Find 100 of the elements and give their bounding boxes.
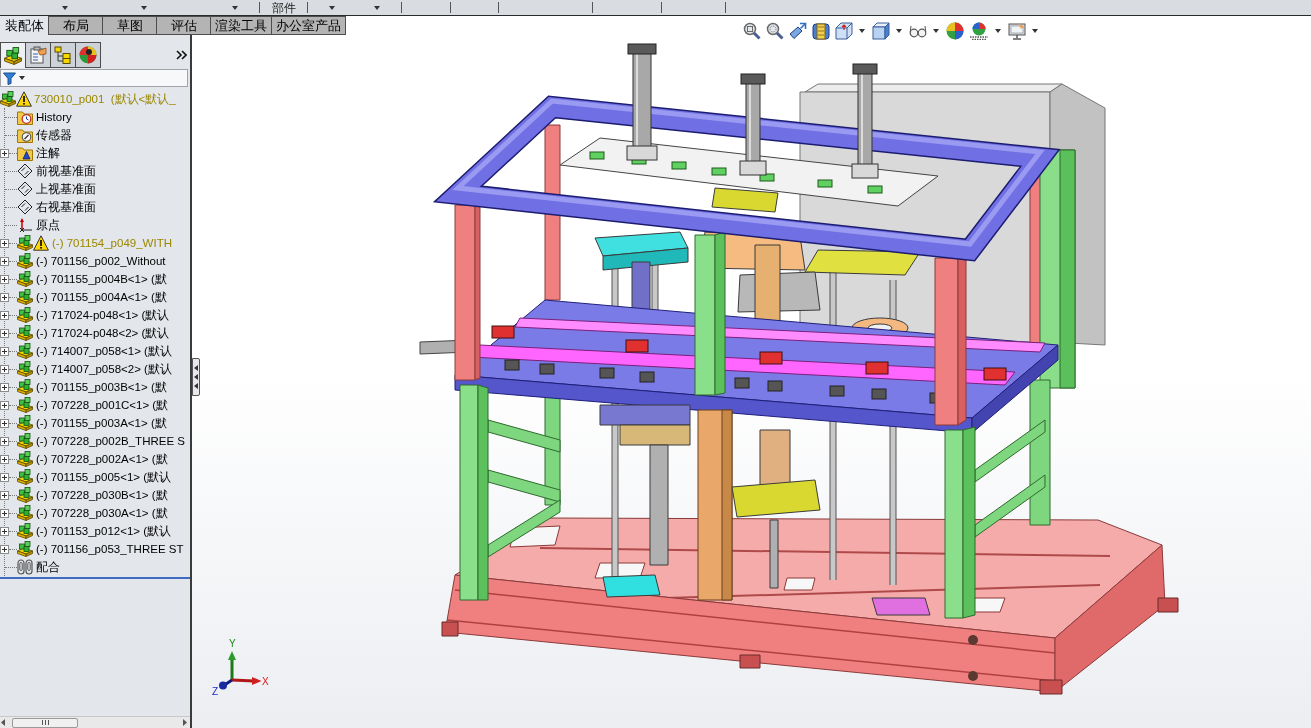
caret-icon[interactable] — [933, 29, 939, 33]
blocks-icon — [17, 253, 33, 269]
axis-label: Z — [212, 686, 219, 697]
tree-item[interactable]: (-) 707228_p001C<1> (默 — [36, 396, 169, 414]
magnifier-dotted-icon[interactable] — [766, 22, 784, 40]
plus-box-icon[interactable] — [0, 346, 9, 356]
right-arrow-icon[interactable] — [183, 719, 187, 726]
command-tab[interactable]: 草图 — [102, 16, 157, 35]
plus-box-icon[interactable] — [0, 364, 9, 374]
caret-icon[interactable] — [1032, 29, 1038, 33]
tree-item[interactable]: (-) 714007_p058<1> (默认 — [36, 342, 172, 360]
tree-item[interactable]: (-) 701155_p005<1> (默认 — [36, 468, 172, 486]
diamond-icon — [17, 163, 33, 179]
command-tab[interactable]: 办公室产品 — [271, 16, 346, 35]
monitor-icon[interactable] — [1008, 22, 1026, 40]
blocks-icon — [17, 433, 33, 449]
tree-item[interactable]: (-) 707228_p002A<1> (默 — [36, 450, 168, 468]
diamond-icon — [17, 181, 33, 197]
caret-icon[interactable] — [374, 5, 380, 10]
horizontal-scrollbar[interactable] — [0, 716, 190, 728]
tree-item[interactable]: History — [36, 108, 72, 126]
panel-tab[interactable] — [0, 42, 26, 68]
tree-item[interactable]: (-) 717024-p048<2> (默认 — [36, 324, 170, 342]
command-tab[interactable]: 渲染工具 — [210, 16, 272, 35]
filter-field[interactable] — [0, 69, 188, 87]
blocks-icon — [17, 451, 33, 467]
shaded-cube-icon[interactable] — [872, 22, 890, 40]
cut-cylinder-icon[interactable] — [812, 22, 830, 40]
caret-icon[interactable] — [62, 5, 68, 10]
caret-icon[interactable] — [141, 5, 147, 10]
plus-box-icon[interactable] — [0, 274, 9, 284]
plus-box-icon[interactable] — [0, 436, 9, 446]
warning-icon — [16, 91, 32, 107]
tree-item[interactable]: (-) 701153_p012<1> (默认 — [36, 522, 172, 540]
plus-box-icon[interactable] — [0, 472, 9, 482]
tree-item[interactable]: (-) 701156_p002_Without — [36, 252, 166, 270]
plus-box-icon[interactable] — [0, 310, 9, 320]
tree-item[interactable]: (-) 701155_p004B<1> (默 — [36, 270, 167, 288]
triad-axes-icon — [218, 650, 262, 690]
folder-clock-icon — [17, 109, 33, 125]
left-arrow-icon[interactable] — [1, 719, 5, 726]
filter-icon — [3, 71, 16, 85]
caret-icon[interactable] — [19, 76, 25, 80]
plus-box-icon[interactable] — [0, 544, 9, 554]
tree-item[interactable]: 前视基准面 — [36, 162, 96, 180]
ribbon-group-label: 部件 — [272, 0, 296, 15]
tree-boxes-icon — [54, 46, 72, 64]
tree-item[interactable]: (-) 701155_p003B<1> (默 — [36, 378, 167, 396]
plus-box-icon[interactable] — [0, 328, 9, 338]
grip-icon — [41, 720, 49, 725]
plus-box-icon[interactable] — [0, 292, 9, 302]
blocks-icon — [17, 289, 33, 305]
cube-arrows-icon[interactable] — [835, 22, 853, 40]
tree-item[interactable]: (-) 701155_p003A<1> (默 — [36, 414, 167, 432]
plus-box-icon[interactable] — [0, 148, 9, 158]
caret-icon[interactable] — [859, 29, 865, 33]
panel-tab[interactable] — [50, 42, 76, 68]
tree-item[interactable]: (-) 707228_p030B<1> (默 — [36, 486, 168, 504]
tree-item[interactable]: (-) 707228_p002B_THREE S — [36, 432, 185, 450]
tree-item[interactable]: (-) 714007_p058<2> (默认 — [36, 360, 172, 378]
command-tab[interactable]: 评估 — [156, 16, 211, 35]
plus-box-icon[interactable] — [0, 490, 9, 500]
plus-box-icon[interactable] — [0, 418, 9, 428]
plus-box-icon[interactable] — [0, 238, 9, 248]
color-ball-icon — [79, 46, 97, 64]
plus-box-icon[interactable] — [0, 382, 9, 392]
blocks-icon — [17, 541, 33, 557]
plus-box-icon[interactable] — [0, 526, 9, 536]
spyglass-arrow-icon[interactable] — [789, 22, 807, 40]
double-chevron-icon[interactable] — [176, 50, 187, 60]
tree-item[interactable]: (-) 707228_p030A<1> (默 — [36, 504, 168, 522]
plus-box-icon[interactable] — [0, 508, 9, 518]
caret-icon[interactable] — [896, 29, 902, 33]
plus-box-icon[interactable] — [0, 454, 9, 464]
scrollbar-thumb[interactable] — [12, 717, 78, 728]
tree-item[interactable]: 传感器 — [36, 126, 72, 144]
magnifier-icon[interactable] — [743, 22, 761, 40]
command-tab[interactable]: 布局 — [48, 16, 103, 35]
tree-item[interactable]: 配合 — [36, 558, 60, 576]
blocks-icon — [17, 379, 33, 395]
panel-tab[interactable] — [25, 42, 51, 68]
tree-item[interactable]: (-) 717024-p048<1> (默认 — [36, 306, 170, 324]
tree-item[interactable]: 右视基准面 — [36, 198, 96, 216]
caret-icon[interactable] — [329, 5, 335, 10]
color-ball-dots-icon[interactable] — [969, 22, 989, 40]
tree-item[interactable]: 上视基准面 — [36, 180, 96, 198]
panel-tab[interactable] — [75, 42, 101, 68]
caret-icon[interactable] — [232, 5, 238, 10]
tree-item[interactable]: (-) 701155_p004A<1> (默 — [36, 288, 167, 306]
blocks-icon — [17, 343, 33, 359]
plus-box-icon[interactable] — [0, 256, 9, 266]
tree-item[interactable]: 原点 — [36, 216, 60, 234]
tree-item[interactable]: (-) 701156_p053_THREE ST — [36, 540, 184, 558]
command-tab[interactable]: 装配体 — [0, 16, 48, 35]
plus-box-icon[interactable] — [0, 400, 9, 410]
blocks-icon — [0, 91, 16, 107]
color-ball-icon[interactable] — [946, 22, 964, 40]
caret-icon[interactable] — [995, 29, 1001, 33]
blocks-icon — [17, 415, 33, 431]
tree-item[interactable]: 注解 — [36, 144, 60, 162]
